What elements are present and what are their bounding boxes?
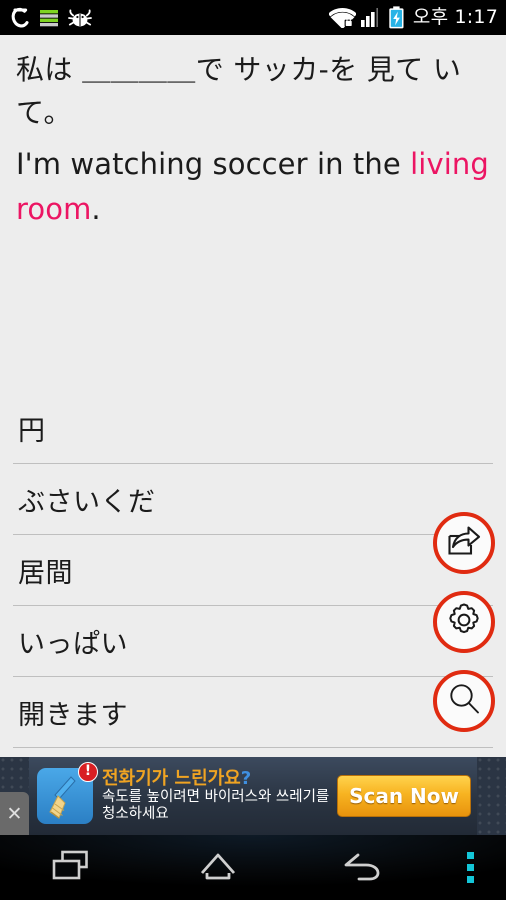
question-japanese-line2: て。	[16, 95, 72, 129]
bug-icon	[68, 8, 92, 28]
share-icon	[447, 525, 481, 561]
recents-icon	[50, 849, 96, 887]
search-icon	[446, 681, 482, 721]
home-icon	[195, 849, 241, 887]
status-bar-clock: 오후 1:17	[412, 6, 498, 28]
quiz-content: 私は ＿＿＿＿で サッカ-を 見て い て。 I'm watching socc…	[0, 35, 506, 757]
question-english: I'm watching soccer in the living room.	[16, 142, 490, 232]
option-label: 開きます	[18, 700, 128, 731]
broom-cleaner-icon: !	[37, 762, 98, 824]
ad-title-text: 전화기가 느린가요	[102, 767, 241, 789]
option-label: 居間	[18, 558, 73, 589]
option-row[interactable]: いっぱい	[0, 606, 506, 677]
status-bar-right-icons: 오후 1:17	[328, 6, 498, 29]
wifi-secure-icon	[328, 7, 356, 28]
option-row[interactable]: 開きます	[0, 677, 506, 748]
share-button[interactable]	[433, 512, 495, 574]
sigma-app-icon	[10, 7, 30, 29]
ad-banner-inner[interactable]: ! 전화기가 느린가요? 속도를 높이려면 바이러스와 쓰레기를 청소하세요 S…	[29, 757, 477, 835]
english-prefix: I'm watching soccer in the	[16, 147, 401, 182]
ad-subtitle: 속도를 높이려면 바이러스와 쓰레기를 청소하세요	[102, 789, 330, 823]
back-button[interactable]	[291, 835, 436, 900]
navigation-bar	[0, 835, 506, 900]
alert-badge: !	[78, 762, 98, 782]
scan-now-button[interactable]: Scan Now	[337, 775, 471, 817]
ad-title: 전화기가 느린가요?	[102, 767, 333, 789]
option-label: 円	[18, 416, 46, 447]
recents-button[interactable]	[0, 835, 145, 900]
overflow-menu-icon	[467, 852, 475, 883]
search-button[interactable]	[433, 670, 495, 732]
english-suffix: .	[91, 192, 101, 227]
status-bar-left-icons	[10, 7, 92, 29]
status-bar: 오후 1:17	[0, 0, 506, 35]
back-icon	[340, 849, 386, 887]
question-block: 私は ＿＿＿＿で サッカ-を 見て い て。 I'm watching socc…	[0, 35, 506, 233]
overflow-menu-button[interactable]	[436, 852, 506, 883]
question-japanese-line1: 私は ＿＿＿＿で サッカ-を 見て い	[16, 53, 462, 86]
option-row[interactable]: ぶさいくだ	[0, 464, 506, 535]
gear-icon	[446, 602, 482, 642]
battery-charging-icon	[388, 6, 405, 29]
settings-button[interactable]	[433, 591, 495, 653]
option-divider	[13, 747, 493, 748]
ad-banner[interactable]: ! 전화기가 느린가요? 속도를 높이려면 바이러스와 쓰레기를 청소하세요 S…	[0, 757, 506, 835]
ad-title-question-mark: ?	[240, 767, 252, 789]
home-button[interactable]	[145, 835, 290, 900]
option-row[interactable]: 円	[0, 393, 506, 464]
option-label: いっぱい	[18, 629, 128, 660]
green-bars-icon	[39, 8, 59, 28]
ad-close-button[interactable]: ✕	[0, 792, 29, 835]
option-row[interactable]: 居間	[0, 535, 506, 606]
signal-bars-icon	[360, 7, 383, 28]
option-label: ぶさいくだ	[18, 487, 156, 518]
ad-text-block: 전화기가 느린가요? 속도를 높이려면 바이러스와 쓰레기를 청소하세요	[93, 767, 333, 824]
phone-screen: 오후 1:17 私は ＿＿＿＿で サッカ-を 見て い て。 I'm watch…	[0, 0, 506, 900]
answer-options-list: 円 ぶさいくだ 居間 いっぱい 開きます	[0, 393, 506, 748]
